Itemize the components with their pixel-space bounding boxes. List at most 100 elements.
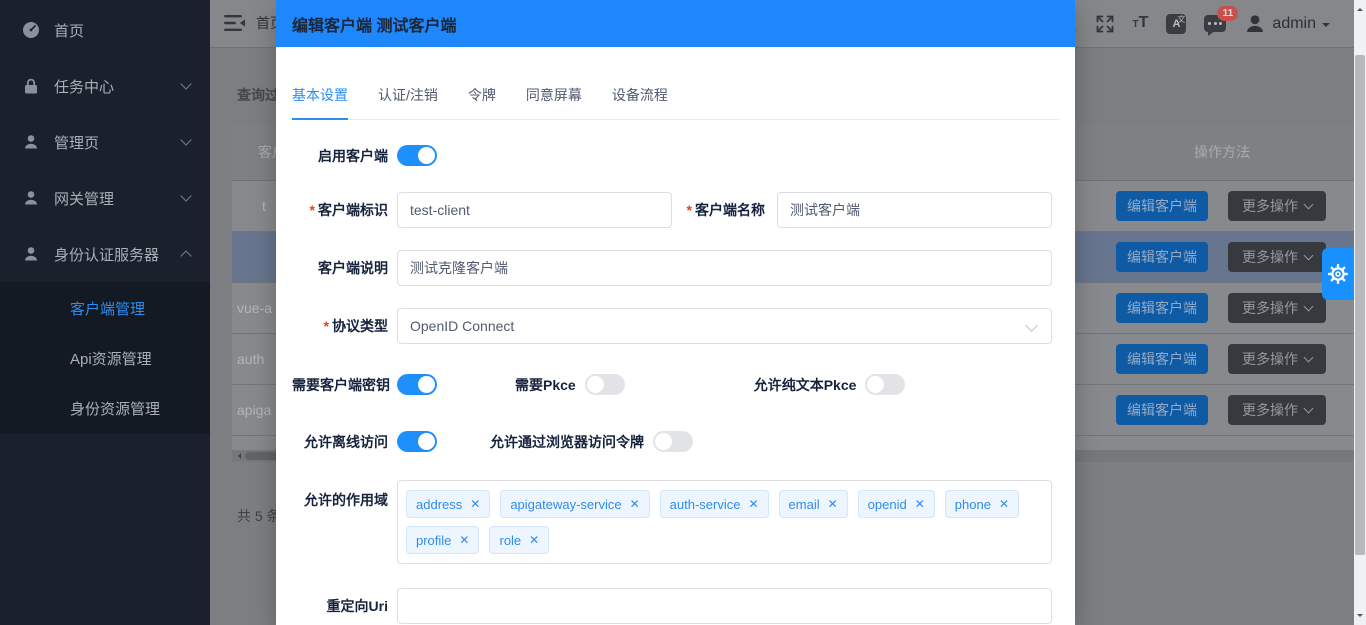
- more-actions-label: 更多操作: [1242, 247, 1298, 267]
- chevron-down-icon: [1304, 251, 1314, 261]
- more-actions-button[interactable]: 更多操作: [1228, 242, 1326, 272]
- allow-plain-pkce-label: 允许纯文本Pkce: [754, 375, 857, 395]
- require-pkce-toggle[interactable]: [585, 374, 625, 395]
- scroll-down-arrow-icon[interactable]: [1357, 614, 1363, 620]
- more-actions-label: 更多操作: [1242, 196, 1298, 216]
- sidebar-item-5[interactable]: 身份认证服务器: [0, 226, 210, 282]
- edit-client-button[interactable]: 编辑客户端: [1116, 191, 1208, 221]
- sidebar-item-4[interactable]: 网关管理: [0, 170, 210, 226]
- require-pkce-label: 需要Pkce: [515, 375, 576, 395]
- scope-tag-label: email: [789, 497, 820, 512]
- enable-client-toggle[interactable]: [397, 145, 437, 166]
- chevron-down-icon: [1025, 319, 1038, 332]
- protocol-type-select[interactable]: OpenID Connect: [397, 308, 1052, 344]
- allow-offline-label: 允许离线访问: [292, 432, 388, 452]
- enable-client-label: 启用客户端: [292, 146, 388, 166]
- allowed-scopes-label: 允许的作用域: [292, 480, 388, 510]
- font-size-icon[interactable]: TT: [1133, 15, 1149, 33]
- client-form: 启用客户端 *客户端标识 *客户端名称 客户端说明 *协议类型 OpenID C…: [292, 145, 1059, 624]
- allow-plain-pkce-toggle[interactable]: [865, 374, 905, 395]
- scrollbar-thumb[interactable]: [1355, 55, 1365, 555]
- tag-remove-icon[interactable]: ✕: [529, 534, 539, 546]
- scope-tag-profile: profile ✕: [406, 526, 479, 554]
- settings-drawer-button[interactable]: [1322, 248, 1354, 300]
- tag-remove-icon[interactable]: ✕: [470, 498, 480, 510]
- user-menu[interactable]: admin: [1244, 13, 1330, 35]
- tag-remove-icon[interactable]: ✕: [459, 534, 469, 546]
- gear-icon: [1327, 263, 1349, 285]
- sidebar-collapse-icon[interactable]: [224, 14, 246, 32]
- chevron-down-icon: [1322, 23, 1330, 31]
- scope-tag-label: profile: [416, 533, 451, 548]
- scroll-left-arrow-icon[interactable]: [235, 453, 241, 459]
- scope-tag-label: address: [416, 497, 462, 512]
- allowed-scopes-field[interactable]: address ✕ apigateway-service ✕ auth-service ✕…: [397, 480, 1052, 564]
- scope-tag-phone: phone✕: [945, 490, 1019, 518]
- sidebar: 首页任务中心管理页网关管理身份认证服务器客户端管理Api资源管理身份资源管理: [0, 0, 210, 625]
- sidebar-item-label: 首页: [54, 20, 84, 41]
- username-label: admin: [1272, 15, 1316, 33]
- tab-令牌[interactable]: 令牌: [468, 85, 496, 118]
- avatar-icon: [1244, 13, 1266, 35]
- translate-icon[interactable]: A文: [1166, 14, 1186, 34]
- sidebar-item-1[interactable]: 首页: [0, 2, 210, 58]
- sidebar-item-2[interactable]: 任务中心: [0, 58, 210, 114]
- edit-client-modal: 编辑客户端 测试客户端 基本设置认证/注销令牌同意屏幕设备流程 启用客户端 *客…: [276, 0, 1075, 625]
- required-asterisk: *: [310, 202, 315, 218]
- message-count-badge: 11: [1217, 6, 1238, 21]
- modal-tabs: 基本设置认证/注销令牌同意屏幕设备流程: [292, 85, 1059, 120]
- more-actions-button[interactable]: 更多操作: [1228, 293, 1326, 323]
- sidebar-item-label: 管理页: [54, 132, 99, 153]
- page-scrollbar[interactable]: [1354, 0, 1366, 625]
- chevron-down-icon: [1304, 302, 1314, 312]
- total-count-label: 共 5 条: [237, 506, 281, 526]
- tag-remove-icon[interactable]: ✕: [915, 498, 925, 510]
- client-name-input[interactable]: [777, 192, 1052, 228]
- dashboard-icon: [22, 21, 40, 39]
- sidebar-subitem-客户端管理[interactable]: 客户端管理: [0, 283, 210, 333]
- more-actions-button[interactable]: 更多操作: [1228, 395, 1326, 425]
- scope-tag-label: apigateway-service: [510, 497, 621, 512]
- client-id-input[interactable]: [397, 192, 672, 228]
- edit-client-button[interactable]: 编辑客户端: [1116, 395, 1208, 425]
- tab-基本设置[interactable]: 基本设置: [292, 85, 348, 120]
- fullscreen-icon[interactable]: [1095, 14, 1115, 34]
- tag-remove-icon[interactable]: ✕: [999, 498, 1009, 510]
- client-desc-input[interactable]: [397, 250, 1052, 286]
- edit-client-button[interactable]: 编辑客户端: [1116, 242, 1208, 272]
- require-secret-label: 需要客户端密钥: [292, 375, 388, 395]
- more-actions-button[interactable]: 更多操作: [1228, 191, 1326, 221]
- edit-client-button[interactable]: 编辑客户端: [1116, 344, 1208, 374]
- redirect-uri-input[interactable]: [397, 588, 1052, 624]
- edit-client-button[interactable]: 编辑客户端: [1116, 293, 1208, 323]
- messages-icon[interactable]: 11: [1204, 15, 1226, 32]
- allow-browser-token-toggle[interactable]: [653, 431, 693, 452]
- tab-同意屏幕[interactable]: 同意屏幕: [526, 85, 582, 118]
- scope-tag-email: email ✕: [779, 490, 848, 518]
- sidebar-subitem-Api资源管理[interactable]: Api资源管理: [0, 333, 210, 383]
- scope-tag-auth-service: auth-service ✕: [660, 490, 769, 518]
- tag-remove-icon[interactable]: ✕: [748, 498, 758, 510]
- client-desc-label: 客户端说明: [292, 258, 388, 278]
- scope-tag-address: address ✕: [406, 490, 490, 518]
- scope-tag-label: auth-service: [670, 497, 741, 512]
- tag-remove-icon[interactable]: ✕: [630, 498, 640, 510]
- tab-设备流程[interactable]: 设备流程: [612, 85, 668, 118]
- modal-title: 编辑客户端 测试客户端: [292, 12, 456, 36]
- scope-tag-label: openid: [868, 497, 907, 512]
- scope-tag-label: role: [499, 533, 521, 548]
- allow-offline-toggle[interactable]: [397, 431, 437, 452]
- modal-header: 编辑客户端 测试客户端: [276, 0, 1075, 47]
- more-actions-button[interactable]: 更多操作: [1228, 344, 1326, 374]
- sidebar-item-3[interactable]: 管理页: [0, 114, 210, 170]
- scroll-up-arrow-icon[interactable]: [1357, 5, 1363, 11]
- more-actions-label: 更多操作: [1242, 400, 1298, 420]
- user-icon: [22, 245, 40, 263]
- chevron-down-icon: [1304, 200, 1314, 210]
- sidebar-subitem-身份资源管理[interactable]: 身份资源管理: [0, 383, 210, 433]
- client-id-cell: auth: [237, 334, 264, 384]
- tab-认证/注销[interactable]: 认证/注销: [378, 85, 438, 118]
- tag-remove-icon[interactable]: ✕: [828, 498, 838, 510]
- require-secret-toggle[interactable]: [397, 374, 437, 395]
- user-icon: [22, 133, 40, 151]
